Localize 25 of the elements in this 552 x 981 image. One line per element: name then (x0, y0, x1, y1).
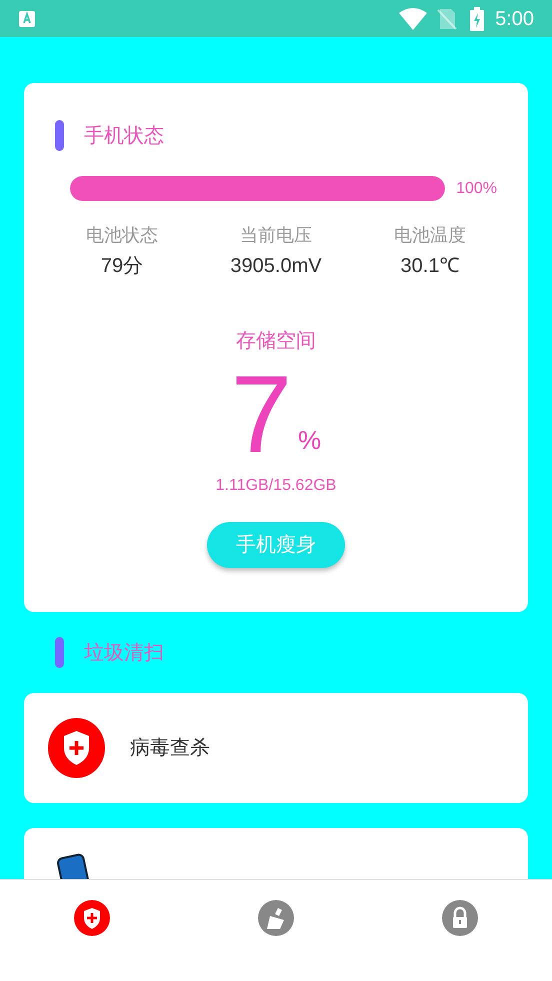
shield-plus-icon (48, 718, 105, 778)
battery-charging-icon (469, 6, 486, 30)
lock-icon (442, 900, 478, 936)
stat-value: 30.1℃ (400, 254, 460, 279)
section-title: 垃圾清扫 (84, 640, 164, 666)
percent-sign: % (298, 424, 322, 457)
stat-value: 3905.0mV (230, 254, 322, 279)
stat-value: 79分 (100, 254, 144, 279)
stat-label: 当前电压 (240, 224, 312, 247)
shield-plus-icon (74, 900, 110, 936)
storage-title: 存储空间 (236, 329, 316, 354)
section-marker (55, 120, 64, 151)
wifi-icon (399, 8, 428, 30)
storage-percent: 7 (230, 360, 292, 470)
stat-label: 电池温度 (394, 224, 466, 247)
storage-usage: 1.11GB/15.62GB (216, 476, 336, 496)
section-marker (55, 637, 64, 668)
stat-label: 电池状态 (86, 224, 158, 247)
battery-percent: 100% (456, 178, 497, 198)
no-sim-icon (437, 8, 458, 30)
app-notification-icon (18, 10, 36, 28)
junk-item-label: 病毒查杀 (130, 736, 210, 761)
section-title: 手机状态 (84, 124, 164, 148)
clock-time: 5:00 (495, 6, 534, 32)
junk-item-card[interactable]: 病毒查杀 (24, 693, 528, 803)
